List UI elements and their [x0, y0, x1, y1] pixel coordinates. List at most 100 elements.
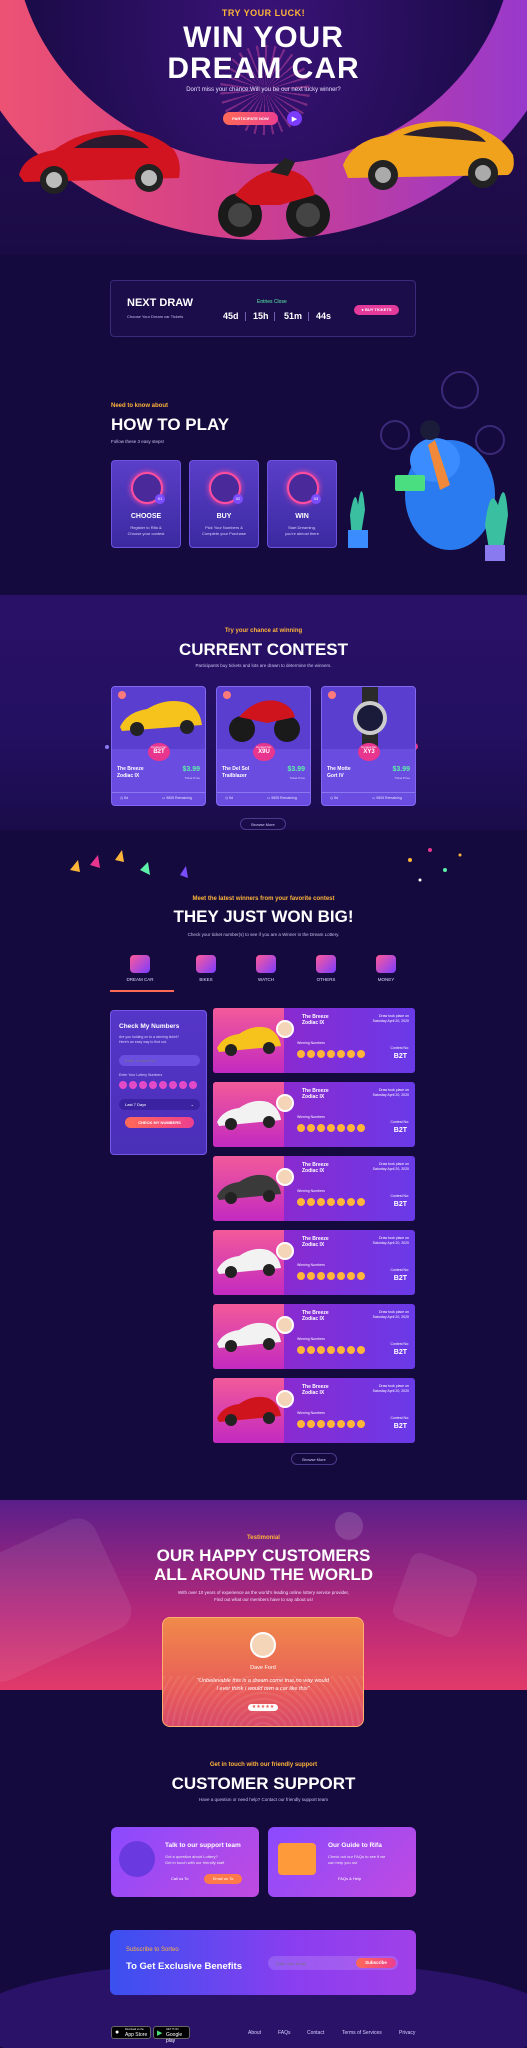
buy-tickets-label: BUY TICKETS	[364, 307, 392, 312]
clock-icon: ◷	[120, 796, 124, 800]
countdown-separator	[274, 312, 275, 321]
number-ball	[347, 1124, 355, 1132]
winner-car-name: The Breeze Zodiac IX	[302, 1014, 329, 1026]
how-to-play-title: HOW TO PLAY	[111, 415, 230, 434]
step-description: Pick Your Numbers & Complete your Purchas…	[194, 525, 254, 537]
number-ball	[317, 1124, 325, 1132]
footer-link-terms[interactable]: Terms of Services	[342, 2030, 382, 2036]
clock-icon: ◷	[225, 796, 229, 800]
step-title: CHOOSE	[130, 513, 162, 520]
number-ball	[337, 1050, 345, 1058]
number-ball	[327, 1050, 335, 1058]
footer-link-about[interactable]: About	[248, 2030, 261, 2036]
winning-numbers-label: Winning Numbers	[297, 1263, 325, 1267]
winner-car-panel	[213, 1378, 284, 1443]
ticket-price: $3.99	[182, 766, 200, 773]
play-icon: ▶	[291, 115, 298, 123]
subscribe-title: To Get Exclusive Benefits	[126, 1961, 242, 1972]
footer-link-contact[interactable]: Contact	[307, 2030, 324, 2036]
draw-date-label: Draw took place on	[379, 1162, 409, 1166]
support-title: CUSTOMER SUPPORT	[171, 1774, 356, 1793]
winner-name-line2: Zodiac IX	[302, 1242, 325, 1248]
carousel-prev-dot[interactable]	[105, 745, 109, 749]
email-us-button[interactable]: Email us To	[204, 1874, 242, 1884]
card-divider	[322, 792, 415, 793]
winner-row: The Breeze Zodiac IX Draw took place on Sat…	[213, 1230, 415, 1295]
number-ball	[357, 1420, 365, 1428]
winner-name-line2: Zodiac IX	[302, 1390, 325, 1396]
draw-date: Draw took place on Saturday April 20, 202…	[373, 1236, 409, 1246]
entries-close-label: Entries Close	[257, 299, 287, 305]
footer-link-faqs[interactable]: FAQs	[278, 2030, 291, 2036]
faqs-link[interactable]: FAQs & Help	[338, 1876, 361, 1881]
number-ball	[317, 1346, 325, 1354]
countdown-separator	[308, 312, 309, 321]
number-ball	[347, 1198, 355, 1206]
contest-card[interactable]: Contest No: XY3 The Motte Gort IV $3.99 Ti…	[321, 686, 416, 806]
number-ball-input[interactable]	[119, 1081, 127, 1089]
buy-tickets-button[interactable]: ● BUY TICKETS	[354, 305, 399, 315]
winning-numbers-label: Winning Numbers	[297, 1115, 325, 1119]
red-motorbike-image	[218, 158, 330, 237]
number-ball-input[interactable]	[189, 1081, 197, 1089]
tab-money[interactable]: MONEY	[364, 955, 408, 982]
number-ball-input[interactable]	[179, 1081, 187, 1089]
google-play-button[interactable]: ▶ GET IT ON Google play	[153, 2026, 190, 2044]
tab-dream-car[interactable]: DREAM CAR	[118, 955, 162, 982]
contest-no-label: Contest No:	[390, 1194, 409, 1198]
draw-date-label: Draw took place on	[379, 1236, 409, 1240]
days-left-value: 5d	[334, 796, 338, 800]
winner-car-name: The Breeze Zodiac IX	[302, 1088, 329, 1100]
number-ball-input[interactable]	[159, 1081, 167, 1089]
app-store-button[interactable]: ● Download on the App Store	[111, 2026, 151, 2039]
step-number: 01	[155, 494, 165, 504]
red-bike-image	[223, 691, 300, 742]
customer-name: Dave Ford	[250, 1665, 276, 1671]
contest-no-value: B2T	[393, 1349, 407, 1356]
draw-date-value: Saturday April 20, 2020	[372, 1167, 409, 1171]
subscribe-kicker: Subscribe to Sorteo	[126, 1947, 179, 1953]
period-value: Last 7 Days	[125, 1102, 147, 1107]
contest-card[interactable]: Contest No: X9U The Del Sol Trailblazer $3…	[216, 686, 311, 806]
number-ball	[307, 1346, 315, 1354]
draw-date: Draw took place on Saturday April 20, 202…	[373, 1162, 409, 1172]
subscribe-panel: Subscribe to Sorteo To Get Exclusive Ben…	[110, 1930, 416, 1995]
tab-label: OTHERS	[316, 977, 336, 982]
call-us-link[interactable]: Call us To	[171, 1876, 189, 1881]
testimonial-sub-line2: Find out what our members have to say ab…	[214, 1597, 313, 1602]
tab-watch[interactable]: WATCH	[244, 955, 288, 982]
tab-bikes[interactable]: BIKES	[184, 955, 228, 982]
next-draw-panel: NEXT DRAW Choose Your Dream car Tickets …	[110, 280, 416, 337]
period-select[interactable]: Last 7 Days ⌄	[119, 1099, 200, 1110]
draw-date-value: Saturday April 20, 2020	[372, 1093, 409, 1097]
number-ball-input[interactable]	[129, 1081, 137, 1089]
number-ball	[307, 1198, 315, 1206]
number-ball-input[interactable]	[149, 1081, 157, 1089]
browse-more-winners-button[interactable]: Browse More	[291, 1453, 337, 1465]
winning-numbers-label: Winning Numbers	[297, 1337, 325, 1341]
hero-kicker: TRY YOUR LUCK!	[221, 8, 306, 18]
contest-name-line2: Trailblazer	[222, 773, 247, 779]
number-ball	[337, 1272, 345, 1280]
contest-card-image	[322, 687, 415, 749]
active-tab-indicator	[110, 990, 174, 992]
number-ball	[297, 1124, 305, 1132]
check-numbers-button[interactable]: CHECK MY NUMBERS	[125, 1117, 194, 1128]
countdown-days: 45d	[223, 311, 239, 321]
draw-date: Draw took place on Saturday April 20, 202…	[373, 1014, 409, 1024]
tab-others[interactable]: OTHERS	[304, 955, 348, 982]
number-ball	[307, 1124, 315, 1132]
contest-number-badge: Contest No: B2T	[148, 743, 170, 761]
play-video-button[interactable]: ▶	[287, 111, 302, 126]
number-ball	[297, 1420, 305, 1428]
number-ball	[347, 1420, 355, 1428]
footer-link-privacy[interactable]: Privacy	[399, 2030, 415, 2036]
contest-number-input[interactable]	[119, 1055, 200, 1066]
participate-button[interactable]: PARTICIPATE NOW	[223, 112, 278, 125]
subscribe-button[interactable]: Subscribe	[356, 1958, 396, 1968]
number-ball	[307, 1050, 315, 1058]
number-ball-input[interactable]	[169, 1081, 177, 1089]
yellow-car-image	[118, 691, 202, 736]
contest-card[interactable]: Contest No: B2T The Breeze Zodiac IX $3.99…	[111, 686, 206, 806]
number-ball-input[interactable]	[139, 1081, 147, 1089]
